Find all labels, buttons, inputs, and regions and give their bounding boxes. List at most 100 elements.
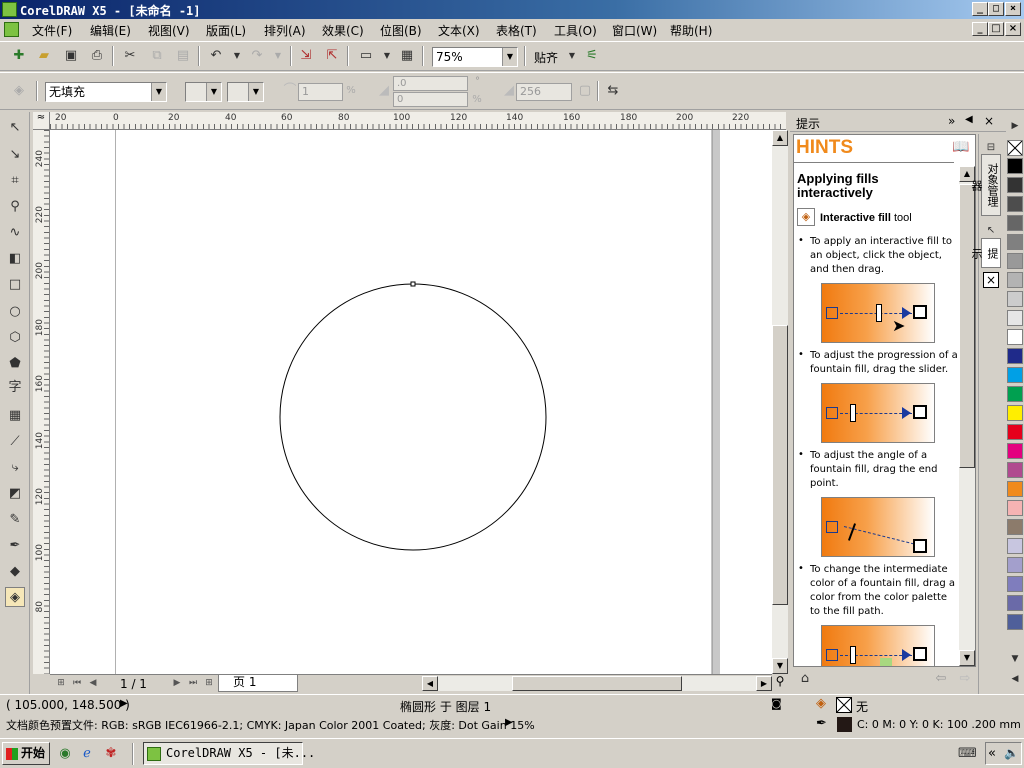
- docker-close-icon[interactable]: ×: [984, 114, 994, 128]
- palette-swatch[interactable]: [1007, 310, 1023, 326]
- save-icon[interactable]: ▣: [62, 47, 80, 65]
- polygon-tool-icon[interactable]: ⬡: [5, 328, 25, 348]
- new-document-icon[interactable]: ✚: [10, 47, 28, 65]
- palette-swatch[interactable]: [1007, 158, 1023, 174]
- options-icon[interactable]: ⚟: [583, 47, 601, 65]
- tray-keyboard-icon[interactable]: ⌨: [958, 745, 977, 763]
- export-icon[interactable]: ⇱: [323, 47, 341, 65]
- lock-steps-icon[interactable]: %: [342, 82, 360, 100]
- import-icon[interactable]: ⇲: [297, 47, 315, 65]
- status-view-icon[interactable]: ◙: [771, 697, 782, 710]
- shape-tool-icon[interactable]: ↘: [5, 145, 25, 165]
- navigator-zoom-icon[interactable]: ⚲: [772, 674, 788, 692]
- menu-text[interactable]: 文本(X): [438, 22, 480, 39]
- scroll-down-button[interactable]: ▼: [772, 658, 788, 674]
- fill-swatch[interactable]: [836, 697, 852, 713]
- ellipse-tool-icon[interactable]: ○: [5, 302, 25, 322]
- menu-tools[interactable]: 工具(O): [554, 22, 597, 39]
- doc-close-button[interactable]: ×: [1005, 22, 1021, 36]
- tab-hints[interactable]: 提示: [970, 238, 1001, 268]
- welcome-screen-icon[interactable]: ▦: [398, 47, 416, 65]
- scroll-right-button[interactable]: ▶: [756, 676, 772, 691]
- palette-swatch[interactable]: [1007, 253, 1023, 269]
- palette-swatch[interactable]: [1007, 576, 1023, 592]
- freehand-tool-icon[interactable]: ∿: [5, 223, 25, 243]
- menu-edit[interactable]: 编辑(E): [90, 22, 131, 39]
- add-page-after-icon[interactable]: ⊞: [202, 676, 216, 690]
- scroll-left-button[interactable]: ◀: [422, 676, 438, 691]
- palette-swatch[interactable]: [1007, 348, 1023, 364]
- fill-type-combo[interactable]: 无填充 ▼: [45, 82, 167, 102]
- palette-swatch[interactable]: [1007, 538, 1023, 554]
- first-page-icon[interactable]: ⏮: [70, 676, 84, 690]
- page-tab[interactable]: 页 1: [218, 675, 298, 692]
- application-launcher-icon[interactable]: ▭: [357, 47, 375, 65]
- palette-swatch[interactable]: [1007, 329, 1023, 345]
- tab-object-manager[interactable]: 对象管理器: [970, 154, 1001, 216]
- redo-dropdown-icon[interactable]: ▼: [269, 47, 287, 65]
- tray-volume-icon[interactable]: 🔈: [1004, 746, 1019, 760]
- outline-color-swatch[interactable]: [837, 717, 852, 732]
- zoom-dropdown-icon[interactable]: ▼: [502, 48, 517, 66]
- quicklaunch-browser-icon[interactable]: ◉: [56, 745, 74, 763]
- blend-tool-icon[interactable]: ◩: [5, 484, 25, 504]
- hints-book-icon[interactable]: 📖: [952, 139, 969, 155]
- table-tool-icon[interactable]: ▦: [5, 406, 25, 426]
- edge-pad-icon[interactable]: %: [468, 91, 486, 109]
- docker-tabs-close-icon[interactable]: ×: [983, 272, 999, 288]
- angle-spinner-1[interactable]: .0: [393, 76, 468, 91]
- doc-restore-button[interactable]: □: [988, 22, 1004, 36]
- palette-swatch[interactable]: [1007, 291, 1023, 307]
- text-tool-icon[interactable]: 字: [5, 378, 25, 398]
- menu-arrange[interactable]: 排列(A): [264, 22, 306, 39]
- menu-file[interactable]: 文件(F): [32, 22, 72, 39]
- palette-swatch[interactable]: [1007, 196, 1023, 212]
- canvas-vertical-scrollbar[interactable]: ▲ ▼: [772, 130, 788, 674]
- next-page-icon[interactable]: ▶: [170, 676, 184, 690]
- palette-swatch[interactable]: [1007, 424, 1023, 440]
- menu-table[interactable]: 表格(T): [496, 22, 537, 39]
- horizontal-scroll-thumb[interactable]: [512, 676, 682, 691]
- palette-swatch[interactable]: [1007, 614, 1023, 630]
- zoom-tool-icon[interactable]: ⚲: [5, 197, 25, 217]
- snap-to-button[interactable]: 贴齐: [534, 49, 558, 66]
- fill-tool-icon[interactable]: ◆: [5, 562, 25, 582]
- hints-scroll-thumb[interactable]: [959, 184, 975, 468]
- zoom-level-combo[interactable]: 75% ▼: [432, 47, 518, 67]
- palette-swatch[interactable]: [1007, 481, 1023, 497]
- open-folder-icon[interactable]: ▰: [35, 47, 53, 65]
- maximize-button[interactable]: □: [988, 2, 1004, 16]
- fill-end-color-combo[interactable]: ▼: [227, 82, 264, 102]
- eyedropper-tool-icon[interactable]: ✎: [5, 510, 25, 530]
- tray-expand-icon[interactable]: «: [988, 746, 996, 761]
- hints-scroll-down[interactable]: ▼: [959, 650, 975, 666]
- quicklaunch-ie-icon[interactable]: ℯ: [78, 745, 96, 763]
- palette-scroll-down[interactable]: ▼: [1006, 650, 1024, 668]
- palette-swatch[interactable]: [1007, 367, 1023, 383]
- outline-pen-icon[interactable]: ✒: [816, 716, 827, 731]
- snap-dropdown-icon[interactable]: ▼: [563, 47, 581, 65]
- menu-window[interactable]: 窗口(W): [612, 22, 657, 39]
- angle-spinner-2[interactable]: 0: [393, 92, 468, 107]
- connector-tool-icon[interactable]: ⤷: [5, 458, 25, 478]
- palette-swatch[interactable]: [1007, 177, 1023, 193]
- last-page-icon[interactable]: ⏭: [186, 676, 200, 690]
- no-color-swatch[interactable]: [1007, 140, 1023, 156]
- ellipse-object[interactable]: [279, 283, 547, 551]
- hints-forward-icon[interactable]: ⇨: [956, 670, 974, 688]
- previous-page-icon[interactable]: ◀: [86, 676, 100, 690]
- palette-expand[interactable]: ◀: [1006, 670, 1024, 688]
- redo-icon[interactable]: ↷: [248, 47, 266, 65]
- start-button[interactable]: 开始: [2, 742, 50, 765]
- undo-dropdown-icon[interactable]: ▼: [228, 47, 246, 65]
- drawing-canvas[interactable]: [50, 130, 772, 674]
- copy-icon[interactable]: ⧉: [148, 47, 166, 65]
- pick-tool-icon[interactable]: ↖: [5, 118, 25, 138]
- copy-fill-properties-icon[interactable]: ⇆: [604, 82, 622, 100]
- launcher-dropdown-icon[interactable]: ▼: [378, 47, 396, 65]
- palette-swatch[interactable]: [1007, 519, 1023, 535]
- docker-pin-icon[interactable]: ◀: [965, 114, 973, 125]
- print-icon[interactable]: ⎙: [88, 47, 106, 65]
- smart-fill-tool-icon[interactable]: ◧: [5, 249, 25, 269]
- fill-start-color-combo[interactable]: ▼: [185, 82, 222, 102]
